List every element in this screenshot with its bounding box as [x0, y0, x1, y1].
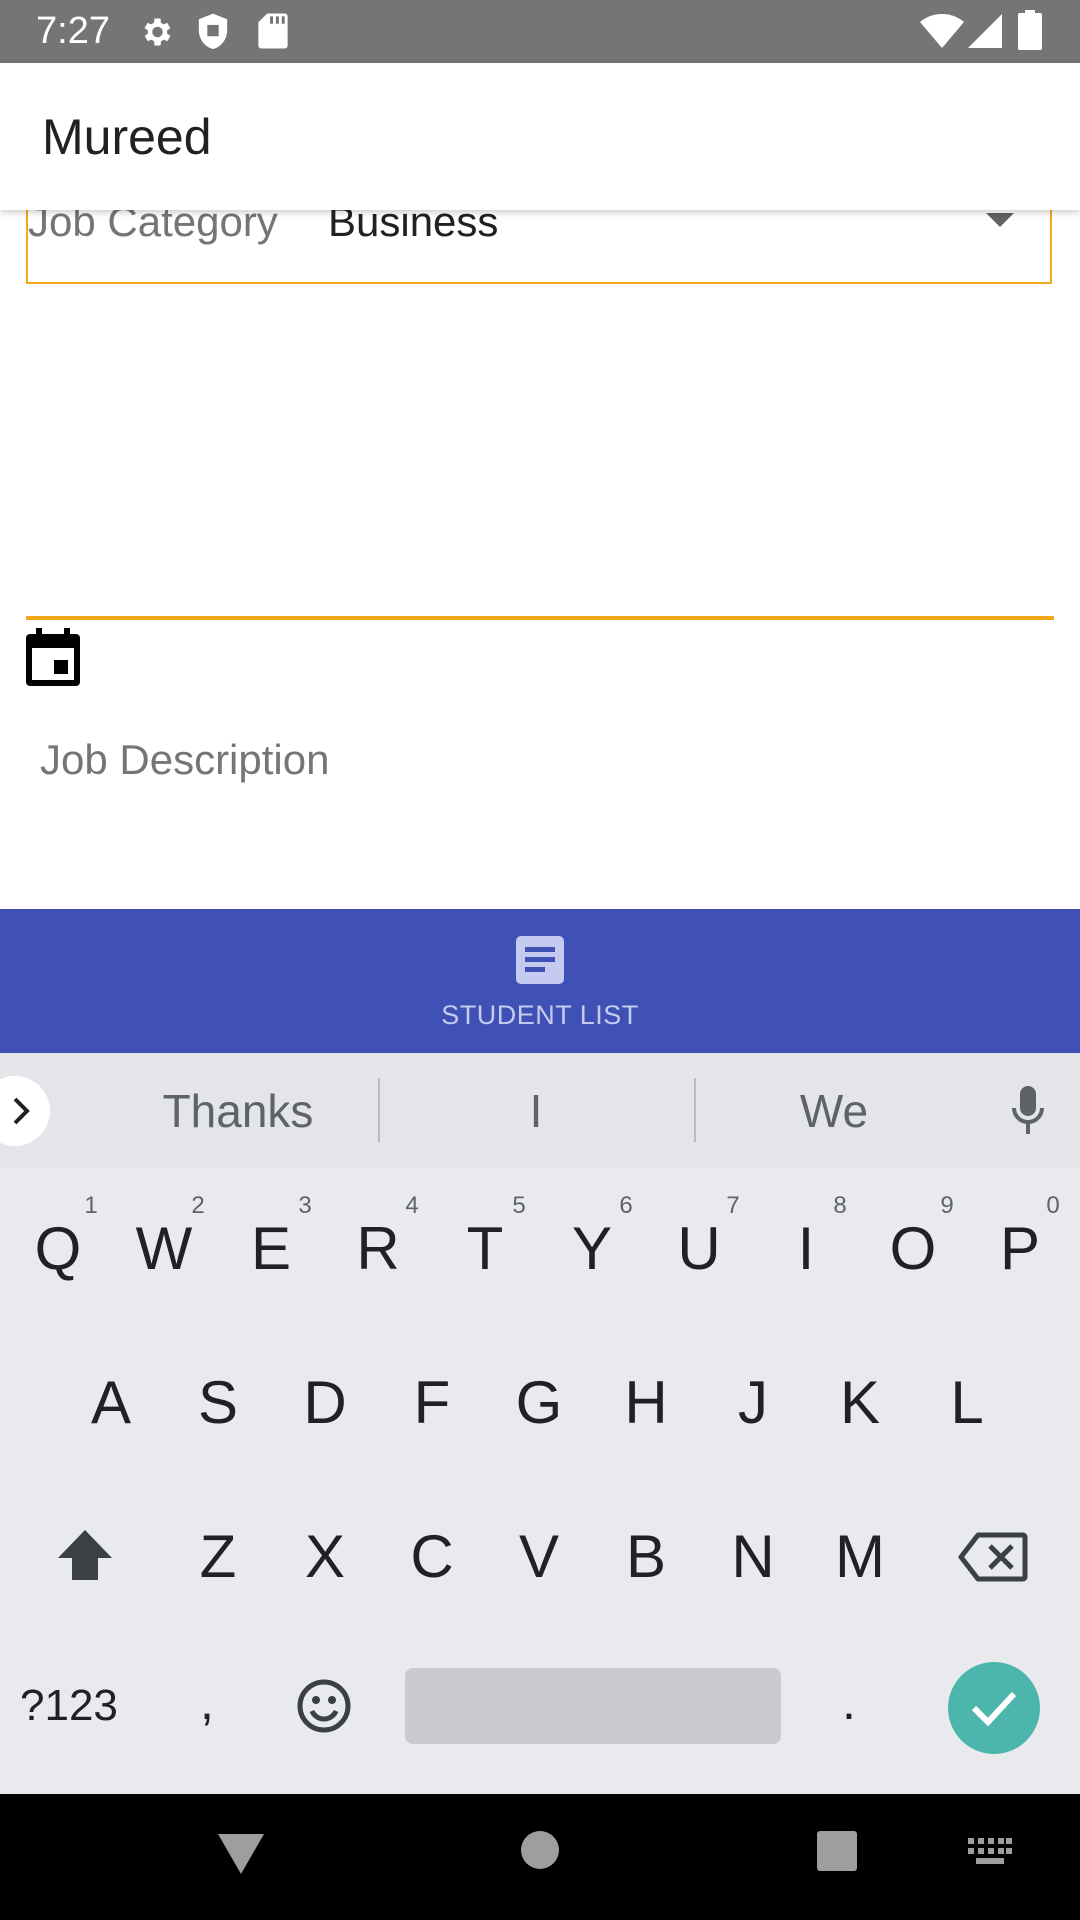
enter-button[interactable] [948, 1662, 1040, 1754]
key-hint: 5 [512, 1192, 526, 1219]
gear-icon [144, 18, 171, 46]
key-b[interactable]: B [606, 1522, 686, 1592]
key-hint: 4 [405, 1192, 419, 1219]
dropdown-arrow-icon[interactable] [986, 213, 1014, 227]
key-hint: 1 [84, 1192, 98, 1219]
key-v[interactable]: V [499, 1522, 579, 1592]
key-o[interactable]: O [873, 1214, 953, 1284]
suggestion-2[interactable]: I [436, 1080, 636, 1142]
list-document-icon[interactable] [516, 936, 564, 984]
chevron-right-icon [13, 1097, 30, 1125]
emoji-icon[interactable] [296, 1678, 352, 1734]
key-hint: 2 [191, 1192, 205, 1219]
suggestion-1[interactable]: Thanks [138, 1080, 338, 1142]
key-f[interactable]: F [392, 1368, 472, 1438]
key-hint: 8 [833, 1192, 847, 1219]
key-n[interactable]: N [713, 1522, 793, 1592]
keyboard-switch-icon[interactable] [968, 1838, 1012, 1864]
symbols-key[interactable]: ?123 [20, 1680, 118, 1732]
status-time: 7:27 [36, 10, 110, 52]
key-hint: 7 [726, 1192, 740, 1219]
battery-icon [1018, 10, 1042, 50]
check-icon [971, 1691, 1017, 1727]
key-i[interactable]: I [766, 1214, 846, 1284]
app-title: Mureed [42, 109, 212, 165]
suggestion-divider [378, 1078, 380, 1142]
key-hint: 3 [298, 1192, 312, 1219]
key-j[interactable]: J [713, 1368, 793, 1438]
key-k[interactable]: K [820, 1368, 900, 1438]
key-g[interactable]: G [499, 1368, 579, 1438]
key-w[interactable]: W [124, 1214, 204, 1284]
suggestion-3[interactable]: We [734, 1080, 934, 1142]
key-t[interactable]: T [445, 1214, 525, 1284]
system-nav-bar [0, 1794, 1080, 1920]
key-r[interactable]: R [338, 1214, 418, 1284]
key-u[interactable]: U [659, 1214, 739, 1284]
key-hint: 0 [1046, 1192, 1060, 1219]
key-z[interactable]: Z [178, 1522, 258, 1592]
key-hint: 6 [619, 1192, 633, 1219]
key-m[interactable]: M [820, 1522, 900, 1592]
key-x[interactable]: X [285, 1522, 365, 1592]
job-description-input[interactable]: Job Description [40, 734, 329, 786]
key-d[interactable]: D [285, 1368, 365, 1438]
key-y[interactable]: Y [552, 1214, 632, 1284]
key-q[interactable]: Q [18, 1214, 98, 1284]
suggestion-divider [694, 1078, 696, 1142]
nav-item-student-list[interactable]: STUDENT LIST [0, 998, 1080, 1032]
comma-key[interactable]: , [200, 1672, 214, 1732]
recents-icon[interactable] [816, 1830, 858, 1872]
app-bar: Mureed [0, 63, 1080, 210]
key-l[interactable]: L [927, 1368, 1007, 1438]
home-icon[interactable] [520, 1830, 560, 1870]
key-c[interactable]: C [392, 1522, 472, 1592]
calendar-icon[interactable] [24, 628, 82, 688]
back-icon[interactable] [216, 1832, 266, 1876]
shift-icon[interactable] [56, 1528, 114, 1582]
signal-icon [968, 14, 1002, 48]
microphone-icon[interactable] [1010, 1086, 1046, 1136]
status-bar: 7:27 [0, 0, 1080, 63]
sd-card-icon [258, 13, 288, 49]
key-hint: 9 [940, 1192, 954, 1219]
field-underline [26, 616, 1054, 620]
key-a[interactable]: A [71, 1368, 151, 1438]
wifi-icon [920, 14, 964, 48]
key-p[interactable]: P [980, 1214, 1060, 1284]
key-s[interactable]: S [178, 1368, 258, 1438]
backspace-icon[interactable] [958, 1532, 1028, 1582]
shield-icon [198, 13, 228, 50]
period-key[interactable]: . [842, 1672, 856, 1732]
spacebar[interactable] [405, 1668, 781, 1744]
key-h[interactable]: H [606, 1368, 686, 1438]
key-e[interactable]: E [231, 1214, 311, 1284]
